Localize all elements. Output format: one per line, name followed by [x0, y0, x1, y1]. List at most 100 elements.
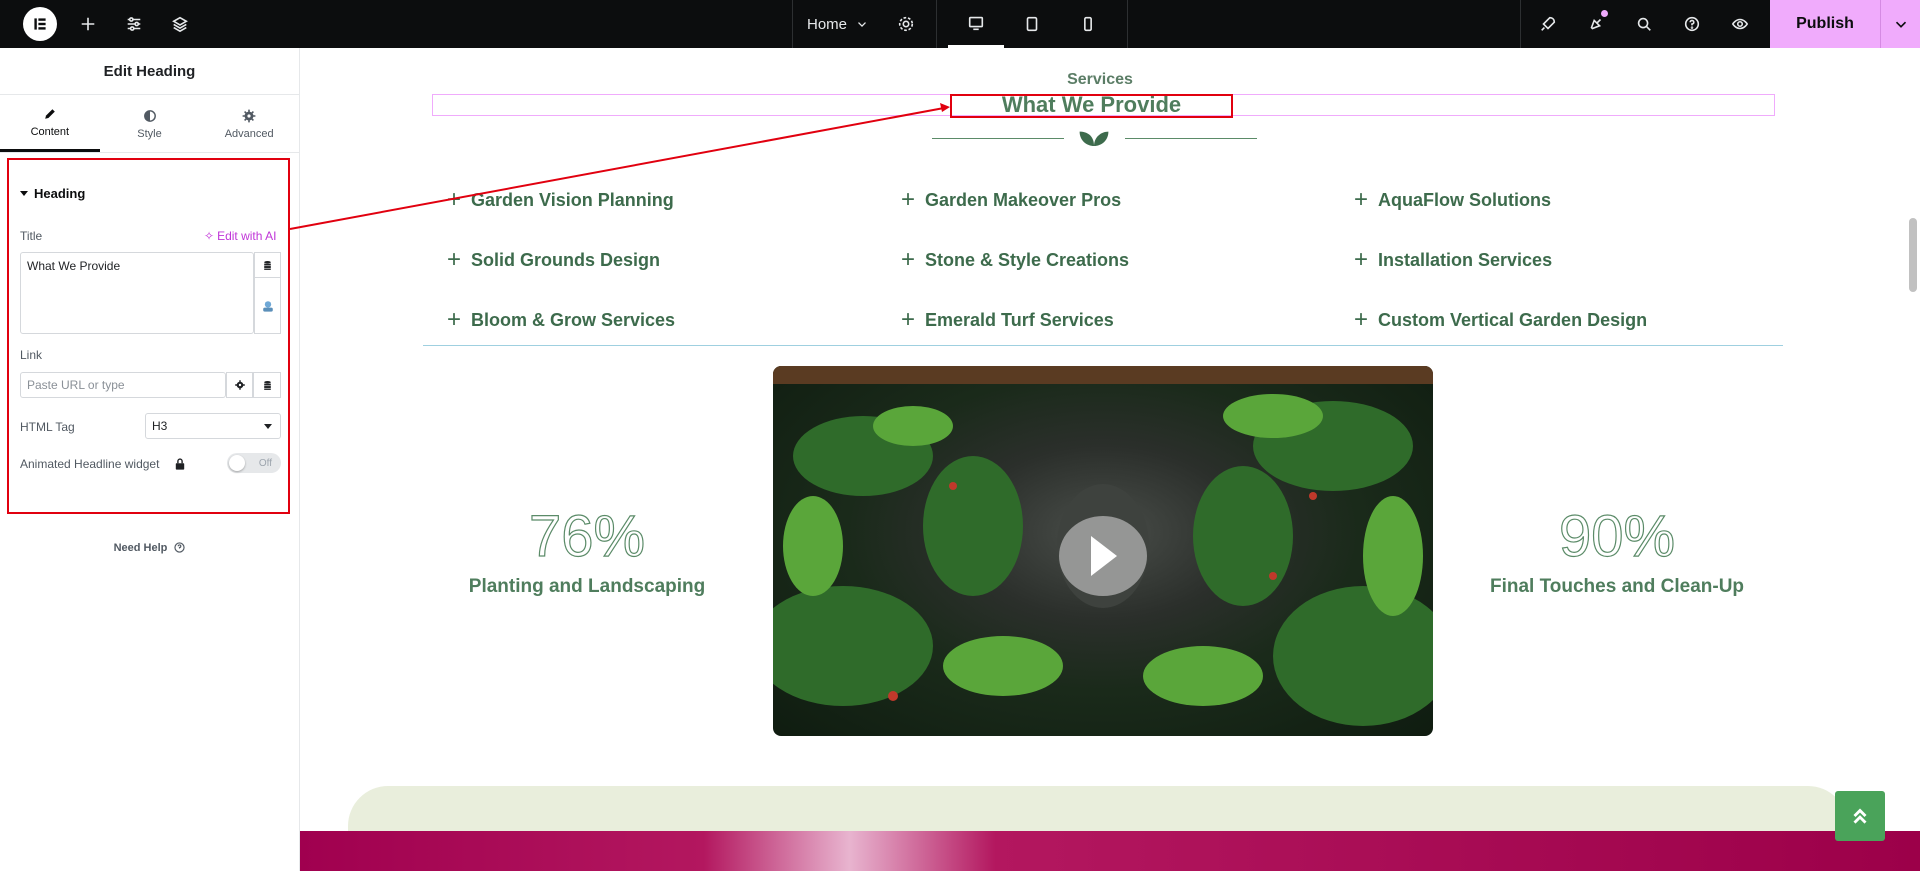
- chevron-down-icon: [1895, 21, 1906, 28]
- plus-icon: +: [447, 246, 462, 273]
- layers-icon: [172, 16, 188, 33]
- plus-icon: +: [1354, 186, 1369, 213]
- plus-icon: +: [447, 186, 462, 213]
- section-toggle[interactable]: Heading: [20, 186, 85, 201]
- caret-down-icon: [20, 191, 28, 196]
- publish-button[interactable]: Publish: [1770, 0, 1880, 48]
- notification-dot: [1601, 10, 1608, 17]
- elementor-logo-icon: [23, 7, 57, 41]
- desktop-view-button[interactable]: [948, 0, 1004, 48]
- rocket-icon: [1541, 16, 1556, 31]
- service-label: Garden Makeover Pros: [925, 189, 1122, 210]
- canvas-scrollbar[interactable]: [1909, 218, 1917, 292]
- service-label: AquaFlow Solutions: [1378, 189, 1551, 210]
- preview-button[interactable]: [1720, 0, 1760, 48]
- need-help-label: Need Help: [113, 541, 168, 554]
- link-options-button[interactable]: [226, 372, 253, 398]
- panel-title: Edit Heading: [0, 48, 299, 95]
- plus-icon: +: [901, 186, 916, 213]
- tablet-icon: [1026, 16, 1038, 32]
- tablet-view-button[interactable]: [1004, 0, 1060, 48]
- service-item[interactable]: + Solid Grounds Design: [447, 246, 660, 274]
- service-item[interactable]: + Custom Vertical Garden Design: [1354, 306, 1647, 334]
- add-element-button[interactable]: [70, 0, 106, 48]
- help-button[interactable]: [1672, 0, 1712, 48]
- sparkle-icon: ✧: [204, 229, 215, 243]
- service-label: Bloom & Grow Services: [471, 309, 676, 330]
- stat-value: 90%: [1558, 503, 1676, 569]
- stat-label: Final Touches and Clean-Up: [1489, 576, 1745, 597]
- editor-panel: Edit Heading Content Style Advanced Head…: [0, 48, 300, 871]
- plus-icon: +: [447, 306, 462, 333]
- page-selector[interactable]: Home: [796, 0, 880, 48]
- tab-advanced[interactable]: Advanced: [199, 95, 299, 152]
- tab-content[interactable]: Content: [0, 95, 100, 152]
- service-label: Garden Vision Planning: [471, 189, 674, 210]
- search-button[interactable]: [1624, 0, 1664, 48]
- link-input[interactable]: Paste URL or type: [20, 372, 226, 398]
- service-item[interactable]: + Emerald Turf Services: [901, 306, 1114, 334]
- title-textarea-value: What We Provide: [27, 259, 121, 273]
- search-icon: [1637, 17, 1651, 31]
- stat-label: Planting and Landscaping: [468, 576, 706, 597]
- link-dynamic-tags-button[interactable]: [253, 372, 281, 398]
- need-help-link[interactable]: Need Help: [0, 541, 300, 554]
- tab-advanced-label: Advanced: [224, 127, 274, 140]
- services-eyebrow: Services: [1067, 71, 1133, 88]
- service-label: Installation Services: [1378, 249, 1553, 270]
- service-label: Custom Vertical Garden Design: [1378, 309, 1648, 330]
- double-chevron-up-icon: [1853, 808, 1867, 824]
- service-label: Emerald Turf Services: [925, 309, 1114, 330]
- section-title: Heading: [34, 186, 86, 201]
- plus-icon: +: [1354, 246, 1369, 273]
- animated-headline-label: Animated Headline widget: [20, 457, 160, 471]
- eye-icon: [1731, 18, 1749, 30]
- animated-headline-toggle[interactable]: Off: [227, 453, 281, 473]
- plus-icon: +: [901, 306, 916, 333]
- ai-assistant-button[interactable]: [254, 278, 281, 334]
- heading-section-highlight: Heading Title ✧ Edit with AI What We Pro…: [7, 158, 290, 514]
- bottom-banner: [300, 831, 1920, 871]
- tab-style[interactable]: Style: [100, 95, 200, 152]
- divider-line-left: [932, 138, 1064, 139]
- tab-style-label: Style: [137, 127, 162, 140]
- dynamic-tags-button[interactable]: [254, 252, 281, 278]
- service-label: Stone & Style Creations: [925, 249, 1130, 270]
- structure-button[interactable]: [162, 0, 198, 48]
- database-icon: [264, 260, 271, 270]
- pencil-icon: [45, 109, 55, 119]
- site-settings-button[interactable]: [116, 0, 152, 48]
- gear-icon: [242, 109, 256, 122]
- edit-with-ai-button[interactable]: ✧ Edit with AI: [204, 229, 276, 243]
- service-item[interactable]: + Installation Services: [1354, 246, 1552, 274]
- section-heading[interactable]: What We Provide: [950, 92, 1233, 118]
- service-label: Solid Grounds Design: [471, 249, 661, 270]
- page-settings-button[interactable]: [886, 0, 926, 48]
- page-name: Home: [806, 15, 847, 33]
- services-bottom-divider: [423, 345, 1783, 346]
- launchpad-button[interactable]: [1528, 0, 1568, 48]
- toggle-state: Off: [258, 457, 272, 469]
- title-textarea[interactable]: What We Provide: [20, 252, 254, 334]
- lock-icon: [173, 457, 187, 471]
- service-item[interactable]: + AquaFlow Solutions: [1354, 186, 1551, 214]
- elementor-logo-button[interactable]: [22, 0, 58, 48]
- sliders-icon: [127, 17, 141, 31]
- scroll-to-top-button[interactable]: [1835, 791, 1885, 841]
- stat-value: 76%: [528, 503, 646, 569]
- html-tag-select[interactable]: H3: [145, 413, 281, 439]
- edit-with-ai-label: Edit with AI: [217, 229, 277, 243]
- plus-icon: +: [901, 246, 916, 273]
- editor-topbar: Home Publish: [0, 0, 1920, 48]
- service-item[interactable]: + Garden Vision Planning: [447, 186, 674, 214]
- caret-down-icon: [264, 424, 272, 429]
- service-item[interactable]: + Garden Makeover Pros: [901, 186, 1121, 214]
- title-label: Title: [20, 229, 43, 243]
- mobile-view-button[interactable]: [1060, 0, 1116, 48]
- plus-icon: [81, 17, 95, 31]
- service-item[interactable]: + Bloom & Grow Services: [447, 306, 675, 334]
- whats-new-button[interactable]: [1576, 0, 1616, 48]
- publish-options-button[interactable]: [1880, 0, 1920, 48]
- service-item[interactable]: + Stone & Style Creations: [901, 246, 1129, 274]
- divider-line-right: [1125, 138, 1257, 139]
